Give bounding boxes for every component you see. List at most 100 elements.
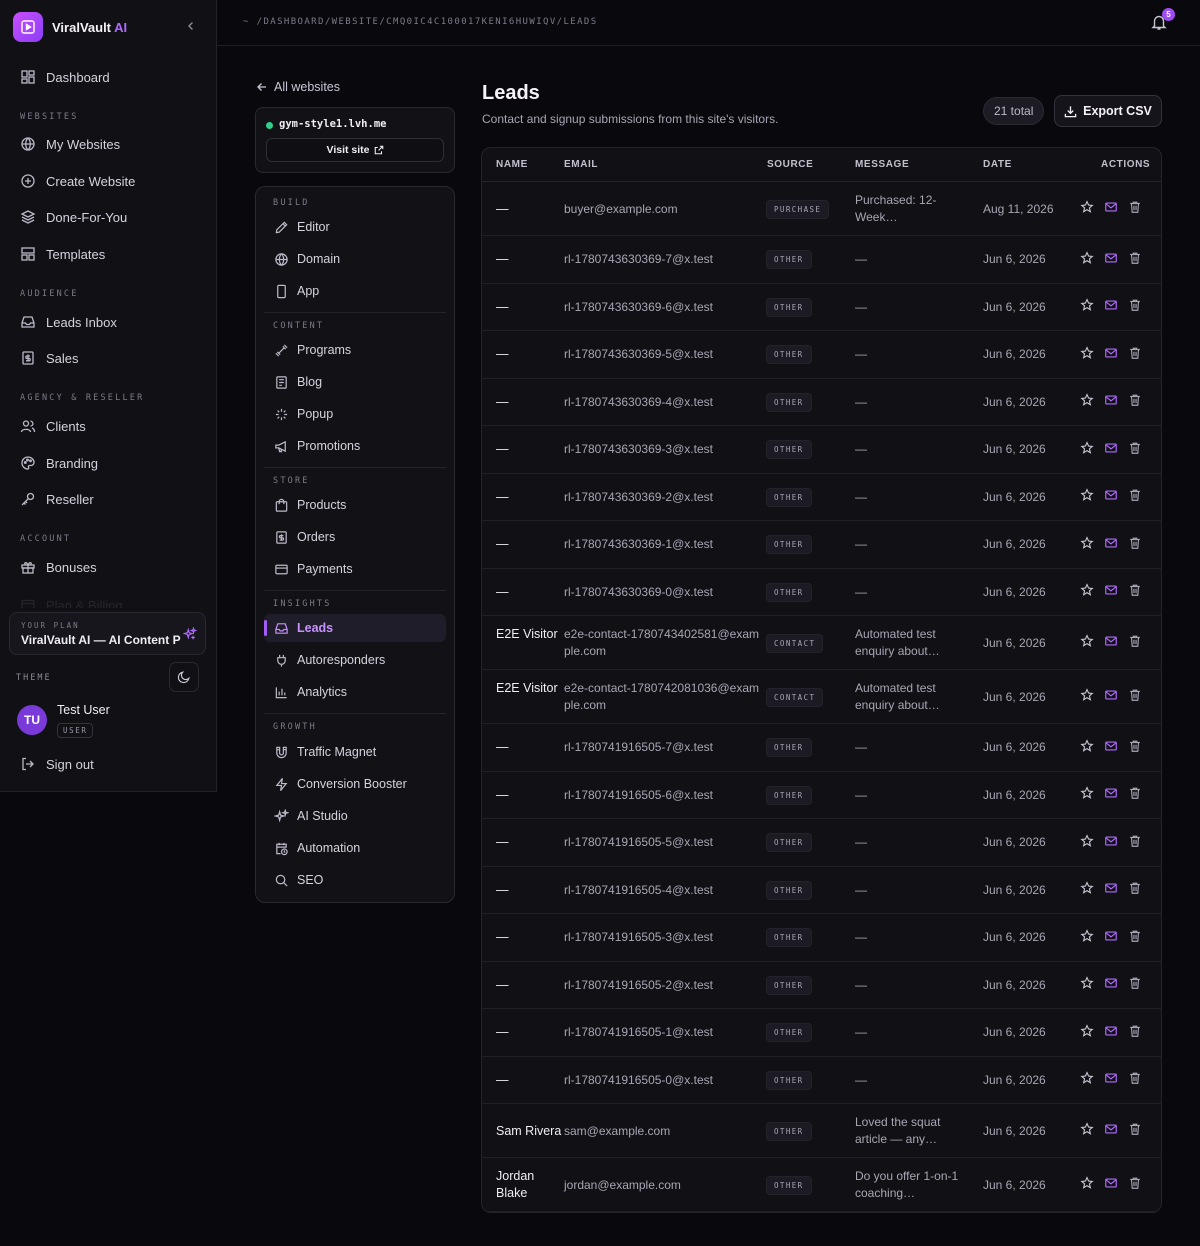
trash-icon[interactable] <box>1128 251 1142 265</box>
lead-email[interactable]: e2e-contact-1780743402581@example.com <box>564 626 762 660</box>
star-icon[interactable] <box>1080 634 1094 648</box>
lead-email[interactable]: rl-1780741916505-5@x.test <box>564 834 762 851</box>
table-row[interactable]: Sam Rivera sam@example.com OTHER Loved the … <box>482 1104 1161 1158</box>
star-icon[interactable] <box>1080 881 1094 895</box>
trash-icon[interactable] <box>1128 488 1142 502</box>
nav-item-blog[interactable]: Blog <box>264 368 446 396</box>
star-icon[interactable] <box>1080 488 1094 502</box>
trash-icon[interactable] <box>1128 1024 1142 1038</box>
mail-icon[interactable] <box>1104 1071 1118 1085</box>
table-row[interactable]: — rl-1780741916505-7@x.test OTHER — Jun 6, 2… <box>482 724 1161 772</box>
nav-item-automation[interactable]: Automation <box>264 834 446 862</box>
nav-item-traffic-magnet[interactable]: Traffic Magnet <box>264 738 446 766</box>
sidebar-item-reseller[interactable]: Reseller <box>20 488 94 510</box>
mail-icon[interactable] <box>1104 739 1118 753</box>
star-icon[interactable] <box>1080 583 1094 597</box>
column-header-name[interactable]: NAME <box>496 159 528 170</box>
star-icon[interactable] <box>1080 250 1094 265</box>
star-icon[interactable] <box>1080 976 1094 990</box>
lead-email[interactable]: rl-1780741916505-7@x.test <box>564 739 762 756</box>
nav-item-promotions[interactable]: Promotions <box>264 432 446 460</box>
star-icon[interactable] <box>1080 535 1094 550</box>
sidebar-item-leads-inbox[interactable]: Leads Inbox <box>20 311 117 333</box>
avatar[interactable]: TU <box>17 705 47 735</box>
lead-email[interactable]: sam@example.com <box>564 1123 762 1140</box>
chevron-left-icon[interactable] <box>185 20 197 32</box>
trash-icon[interactable] <box>1128 834 1142 848</box>
star-icon[interactable] <box>1080 738 1094 753</box>
lead-email[interactable]: rl-1780743630369-1@x.test <box>564 536 762 553</box>
mail-icon[interactable] <box>1104 200 1118 214</box>
mail-icon[interactable] <box>1104 393 1118 407</box>
lead-email[interactable]: rl-1780741916505-1@x.test <box>564 1024 762 1041</box>
nav-item-analytics[interactable]: Analytics <box>264 678 446 706</box>
mail-icon[interactable] <box>1104 688 1118 702</box>
trash-icon[interactable] <box>1128 346 1142 360</box>
trash-icon[interactable] <box>1128 1071 1142 1085</box>
lead-email[interactable]: rl-1780741916505-2@x.test <box>564 977 762 994</box>
lead-email[interactable]: rl-1780743630369-3@x.test <box>564 441 762 458</box>
sidebar-item-sales[interactable]: Sales <box>20 347 79 369</box>
table-row[interactable]: — rl-1780741916505-3@x.test OTHER — Jun 6, 2… <box>482 914 1161 962</box>
theme-toggle-button[interactable] <box>169 662 199 692</box>
sidebar-item-create-website[interactable]: Create Website <box>20 170 135 192</box>
mail-icon[interactable] <box>1104 634 1118 648</box>
sidebar-item-branding[interactable]: Branding <box>20 452 98 474</box>
nav-item-payments[interactable]: Payments <box>264 555 446 583</box>
mail-icon[interactable] <box>1104 346 1118 360</box>
trash-icon[interactable] <box>1128 634 1142 648</box>
lead-email[interactable]: rl-1780741916505-3@x.test <box>564 929 762 946</box>
table-row[interactable]: — rl-1780743630369-7@x.test OTHER — Jun 6, 2… <box>482 236 1161 284</box>
trash-icon[interactable] <box>1128 1176 1142 1190</box>
star-icon[interactable] <box>1080 200 1094 214</box>
table-row[interactable]: — rl-1780741916505-5@x.test OTHER — Jun 6, 2… <box>482 819 1161 867</box>
star-icon[interactable] <box>1080 345 1094 360</box>
trash-icon[interactable] <box>1128 536 1142 550</box>
mail-icon[interactable] <box>1104 786 1118 800</box>
sidebar-item-plan-billing[interactable]: Plan & Billing <box>20 594 123 608</box>
column-header-source[interactable]: SOURCE <box>767 159 813 170</box>
star-icon[interactable] <box>1080 393 1094 407</box>
lead-email[interactable]: rl-1780743630369-6@x.test <box>564 299 762 316</box>
trash-icon[interactable] <box>1128 441 1142 455</box>
table-row[interactable]: — rl-1780741916505-2@x.test OTHER — Jun 6, 2… <box>482 962 1161 1009</box>
lead-email[interactable]: rl-1780743630369-0@x.test <box>564 584 762 601</box>
sidebar-item-clients[interactable]: Clients <box>20 415 86 437</box>
export-csv-button[interactable]: Export CSV <box>1054 95 1162 127</box>
sidebar-item-done-for-you[interactable]: Done-For-You <box>20 206 127 228</box>
nav-item-products[interactable]: Products <box>264 491 446 519</box>
mail-icon[interactable] <box>1104 583 1118 597</box>
nav-item-leads[interactable]: Leads <box>264 614 446 642</box>
table-row[interactable]: — rl-1780741916505-6@x.test OTHER — Jun 6, 2… <box>482 772 1161 819</box>
visit-site-button[interactable]: Visit site <box>266 138 444 162</box>
nav-item-domain[interactable]: Domain <box>264 245 446 273</box>
back-to-all-websites-link[interactable]: All websites <box>256 80 340 94</box>
mail-icon[interactable] <box>1104 1122 1118 1136</box>
lead-email[interactable]: e2e-contact-1780742081036@example.com <box>564 680 762 714</box>
mail-icon[interactable] <box>1104 834 1118 848</box>
mail-icon[interactable] <box>1104 976 1118 990</box>
star-icon[interactable] <box>1080 688 1094 702</box>
trash-icon[interactable] <box>1128 929 1142 943</box>
trash-icon[interactable] <box>1128 688 1142 702</box>
column-header-message[interactable]: MESSAGE <box>855 159 909 170</box>
nav-item-autoresponders[interactable]: Autoresponders <box>264 646 446 674</box>
table-row[interactable]: — buyer@example.com PURCHASE Purchased: 12-… <box>482 182 1161 236</box>
sidebar-item-my-websites[interactable]: My Websites <box>20 133 120 155</box>
trash-icon[interactable] <box>1128 786 1142 800</box>
plan-card[interactable]: YOUR PLAN ViralVault AI — AI Content Pro <box>9 612 206 655</box>
sidebar-item-dashboard[interactable]: Dashboard <box>20 66 110 88</box>
table-row[interactable]: — rl-1780743630369-1@x.test OTHER — Jun 6, 2… <box>482 521 1161 569</box>
table-row[interactable]: — rl-1780741916505-0@x.test OTHER — Jun 6, 2… <box>482 1057 1161 1104</box>
table-row[interactable]: — rl-1780743630369-0@x.test OTHER — Jun 6, 2… <box>482 569 1161 616</box>
nav-item-ai-studio[interactable]: AI Studio <box>264 802 446 830</box>
nav-item-popup[interactable]: Popup <box>264 400 446 428</box>
mail-icon[interactable] <box>1104 251 1118 265</box>
mail-icon[interactable] <box>1104 441 1118 455</box>
trash-icon[interactable] <box>1128 739 1142 753</box>
column-header-email[interactable]: EMAIL <box>564 159 598 170</box>
mail-icon[interactable] <box>1104 881 1118 895</box>
lead-email[interactable]: rl-1780743630369-5@x.test <box>564 346 762 363</box>
mail-icon[interactable] <box>1104 929 1118 943</box>
lead-email[interactable]: rl-1780743630369-7@x.test <box>564 251 762 268</box>
